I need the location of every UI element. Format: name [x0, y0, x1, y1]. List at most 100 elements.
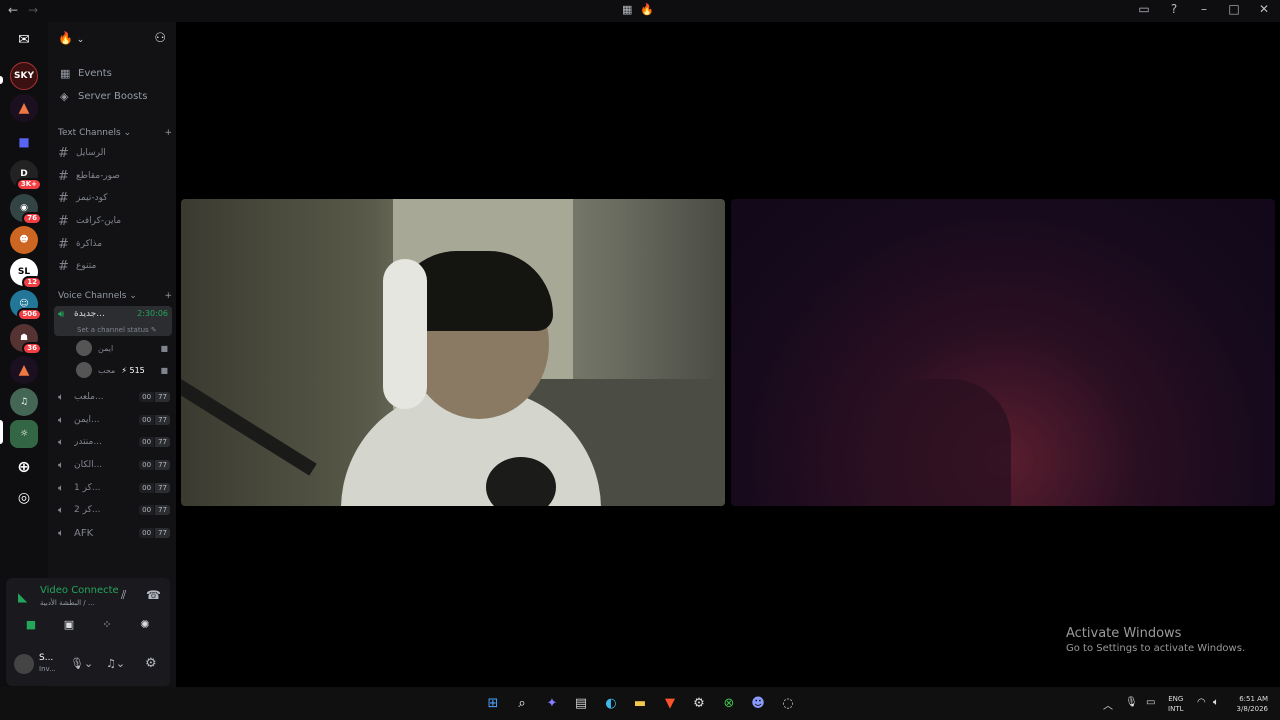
server-header[interactable]: 🔥 ⌄ ⚇ [48, 22, 176, 54]
voice-channel[interactable]: 🔈︎ منتدر... 00 77 [54, 432, 172, 452]
channel-status-hint[interactable]: Set a channel status ✎ [77, 326, 157, 334]
server-icon-9[interactable]: ▲ [10, 356, 38, 384]
help-icon[interactable]: ? [1166, 2, 1182, 16]
camera-icon: ■ [160, 343, 168, 353]
back-icon[interactable]: ← [8, 3, 18, 17]
avatar [76, 362, 92, 378]
forward-icon[interactable]: → [28, 3, 38, 17]
text-channel[interactable]: # ماين-كرافت [54, 211, 172, 231]
text-channel[interactable]: # مذاكرة [54, 234, 172, 254]
activities-button[interactable]: ⁘ [96, 618, 118, 634]
close-icon[interactable]: ✕ [1256, 2, 1272, 16]
video-tile-right[interactable] [731, 199, 1275, 506]
text-channel[interactable]: # كود-تيمز [54, 188, 172, 208]
hash-icon: # [58, 258, 69, 274]
connection-channel[interactable]: البطشة الأدبية / ... [40, 599, 95, 607]
volume-icon[interactable]: 🔈︎ [1213, 697, 1219, 708]
settings-gear-icon[interactable]: ⚙ [145, 656, 157, 671]
boosts-item[interactable]: ◈ Server Boosts [54, 86, 172, 106]
server-icon-8[interactable]: ☗ 36 [10, 324, 42, 355]
soundboard-button[interactable]: ✺ [134, 618, 156, 634]
speaker-icon: 🔈︎ [58, 504, 64, 516]
folder-icon[interactable]: ■ [10, 128, 38, 156]
language-indicator[interactable]: ENG INTL [1168, 694, 1183, 714]
headphones-shape [383, 259, 427, 409]
wifi-icon[interactable]: ◠ [1197, 697, 1206, 708]
text-category[interactable]: Text Channels ⌄ + [58, 128, 172, 138]
connection-status: Video Connecte [40, 585, 119, 596]
boost-icon: ◈ [60, 89, 69, 103]
server-icon-1[interactable]: SKY [10, 62, 38, 90]
text-channel[interactable]: # صور-مقاطع [54, 166, 172, 186]
hash-icon: # [58, 190, 69, 206]
folder-icon[interactable]: ▬ [631, 694, 649, 712]
maximize-icon[interactable]: □ [1226, 2, 1242, 16]
user-name[interactable]: S... [39, 653, 53, 663]
voice-channel[interactable]: 🔈︎ الكان... 00 77 [54, 455, 172, 475]
server-icon-6[interactable]: SL 12 [10, 258, 42, 289]
server-icon-4[interactable]: ◉ 76 [10, 194, 42, 225]
noise-suppression-icon[interactable]: ⫽ [121, 588, 126, 603]
voice-channel[interactable]: 🔈︎ AFK 00 77 [54, 523, 172, 543]
brave-icon[interactable]: ▼ [661, 694, 679, 712]
invite-icon[interactable]: ⚇ [154, 31, 166, 46]
headphones-icon[interactable]: ♫⌄ [106, 657, 125, 670]
voice-channel[interactable]: 🔈︎ 1 كر... 00 77 [54, 478, 172, 498]
server-icon-3[interactable]: D 3K+ [10, 160, 42, 191]
search-icon[interactable]: ⌕ [513, 694, 531, 712]
server-icon-10[interactable]: ♫ [10, 388, 38, 416]
discord-icon[interactable]: ☻ [749, 694, 767, 712]
server-icon-5[interactable]: ☻ [10, 226, 38, 254]
voice-channel[interactable]: 🔈︎ ملعب... 00 77 [54, 387, 172, 407]
steam-icon[interactable]: ⚙ [690, 694, 708, 712]
title-bar: ← → ▦ 🔥 ▭ ? – □ ✕ [0, 0, 1280, 22]
calendar-icon: ▦ [60, 66, 71, 80]
copilot-icon[interactable]: ✦ [543, 694, 561, 712]
hash-icon: # [58, 168, 69, 184]
voice-panel: ◣ Video Connecte البطشة الأدبية / ... ⫽ … [6, 578, 170, 686]
speaker-icon: 🔊︎ [58, 309, 65, 320]
app-icon[interactable]: ◌ [779, 694, 797, 712]
events-item[interactable]: ▦ Events [54, 63, 172, 83]
text-channel[interactable]: # الرسايل [54, 143, 172, 163]
inbox-icon[interactable]: ▭ [1136, 2, 1152, 16]
monitor-tray-icon[interactable]: ▭ [1146, 697, 1155, 708]
voice-user[interactable]: ايمن ■ [76, 338, 172, 358]
add-server-icon[interactable]: ⊕ [10, 452, 38, 480]
voice-user[interactable]: محب ⚡ 515 ■ [76, 360, 172, 380]
store-icon[interactable]: ▤ [572, 694, 590, 712]
microphone-icon[interactable]: 🎙︎⌄ [70, 657, 93, 670]
voice-channel[interactable]: 🔈︎ ايمن... 00 77 [54, 410, 172, 430]
add-channel-icon[interactable]: + [164, 128, 172, 138]
screen-share-button[interactable]: ▣ [58, 618, 80, 634]
windows-start-icon[interactable]: ⊞ [484, 694, 502, 712]
edge-icon[interactable]: ◐ [602, 694, 620, 712]
clock[interactable]: 6:51 AM 3/8/2026 [1232, 694, 1268, 714]
camera-button[interactable]: ■ [20, 618, 42, 634]
voice-channel[interactable]: 🔈︎ 2 كر... 00 77 [54, 500, 172, 520]
hash-icon: # [58, 213, 69, 229]
speaker-icon: 🔈︎ [58, 391, 64, 403]
user-avatar[interactable] [14, 654, 34, 674]
server-icon-2[interactable]: ▲ [10, 94, 38, 122]
speaker-icon: 🔈︎ [58, 436, 64, 448]
disconnect-icon[interactable]: ☎ [146, 588, 161, 602]
person-silhouette [871, 379, 1011, 506]
text-channel[interactable]: # متنوع [54, 256, 172, 276]
server-icon-11[interactable]: ☼ [10, 420, 38, 448]
video-tile-left[interactable] [181, 199, 725, 506]
signal-icon[interactable]: ◣ [18, 590, 27, 604]
xbox-icon[interactable]: ⊗ [720, 694, 738, 712]
speaker-icon: 🔈︎ [58, 459, 64, 471]
tray-chevron-icon[interactable]: ︿ [1103, 697, 1113, 712]
voice-category[interactable]: Voice Channels ⌄ + [58, 291, 172, 301]
add-channel-icon[interactable]: + [164, 291, 172, 301]
discord-home-icon[interactable]: ✉ [10, 26, 38, 54]
explore-icon[interactable]: ◎ [10, 484, 38, 512]
mic-tray-icon[interactable]: 🎙︎ [1125, 697, 1138, 708]
avatar [76, 340, 92, 356]
server-icon: ▦ [622, 3, 633, 16]
speaker-icon: 🔈︎ [58, 414, 64, 426]
minimize-icon[interactable]: – [1196, 2, 1212, 16]
server-icon-7[interactable]: ☺ 506 [10, 290, 42, 321]
